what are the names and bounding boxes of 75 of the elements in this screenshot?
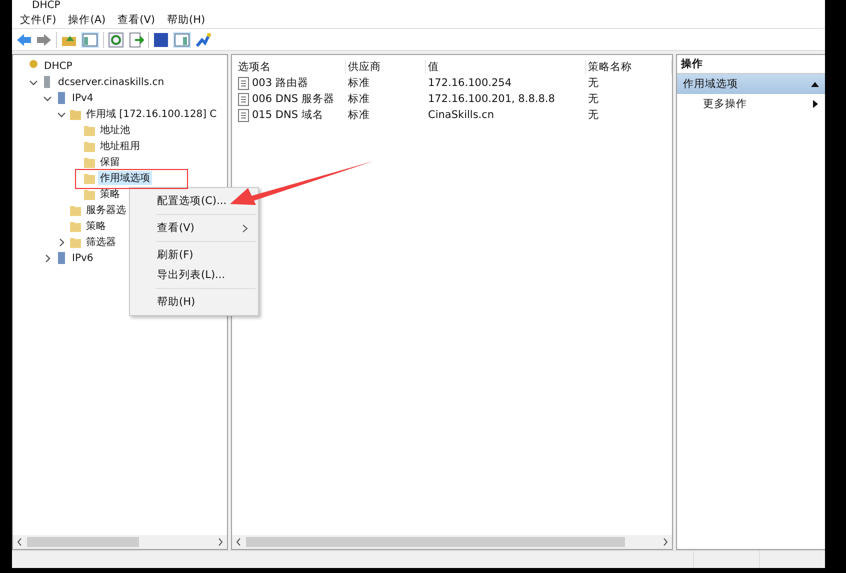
context-menu-item[interactable]: 查看(V)	[130, 218, 258, 238]
document-icon	[238, 108, 249, 122]
folder-icon	[69, 203, 82, 217]
actions-section-header[interactable]: 作用域选项	[677, 74, 825, 94]
document-icon	[238, 92, 249, 106]
menu-item[interactable]: 文件(F)	[20, 13, 56, 27]
collapse-triangle-icon[interactable]	[811, 81, 819, 87]
submenu-arrow-icon	[813, 100, 819, 108]
pane-toggle-icon[interactable]	[81, 32, 99, 48]
window-title: DHCP	[32, 0, 60, 12]
tree-item[interactable]: 保留	[98, 155, 122, 169]
horizontal-scrollbar[interactable]	[13, 535, 227, 549]
context-menu-item[interactable]: 刷新(F)	[130, 245, 258, 265]
menu-item[interactable]: 操作(A)	[68, 13, 106, 27]
table-cell: 172.16.100.201, 8.8.8.8	[428, 93, 555, 105]
table-cell: 无	[588, 76, 599, 90]
table-cell: 标准	[348, 108, 370, 122]
table-cell: 标准	[348, 92, 370, 106]
table-cell: 015 DNS 域名	[252, 108, 324, 122]
collapse-chevron-icon[interactable]	[29, 78, 38, 86]
folder-icon	[83, 187, 96, 201]
scroll-left-icon[interactable]	[236, 538, 241, 546]
folder-icon	[69, 235, 82, 249]
menu-item[interactable]: 查看(V)	[118, 13, 156, 27]
forward-arrow-icon[interactable]	[36, 32, 52, 46]
table-cell: 172.16.100.254	[428, 77, 512, 89]
tree-item[interactable]: IPv6	[70, 252, 96, 264]
column-header[interactable]: 选项名	[236, 60, 346, 74]
pane-toggle-icon[interactable]	[173, 32, 191, 48]
folder-icon	[83, 123, 96, 137]
column-header[interactable]: 供应商	[346, 60, 426, 74]
refresh-icon[interactable]	[108, 32, 124, 48]
folder-icon	[83, 171, 96, 185]
scroll-left-icon[interactable]	[17, 538, 22, 546]
column-header[interactable]: 策略名称	[586, 60, 672, 74]
context-menu-item[interactable]: 配置选项(C)...	[130, 191, 258, 211]
table-cell: 006 DNS 服务器	[252, 92, 334, 106]
expand-chevron-icon[interactable]	[43, 254, 52, 262]
scroll-right-icon[interactable]	[218, 538, 223, 546]
column-header[interactable]: 值	[426, 60, 586, 74]
folder-icon	[83, 155, 96, 169]
document-icon	[238, 76, 249, 90]
back-arrow-icon[interactable]	[16, 32, 32, 46]
menu-item[interactable]: 帮助(H)	[167, 13, 206, 27]
tree-item[interactable]: 策略	[84, 219, 108, 233]
table-cell: 无	[588, 92, 599, 106]
tree-item[interactable]: 筛选器	[84, 235, 118, 249]
table-cell: 无	[588, 108, 599, 122]
collapse-chevron-icon[interactable]	[57, 110, 66, 118]
collapse-chevron-icon[interactable]	[43, 94, 52, 102]
action-item[interactable]: 更多操作	[677, 94, 825, 114]
context-menu-item[interactable]: 帮助(H)	[130, 292, 258, 312]
tree-item[interactable]: dcserver.cinaskills.cn	[56, 76, 166, 88]
tree-item[interactable]: 地址租用	[98, 139, 142, 153]
table-cell: CinaSkills.cn	[428, 109, 494, 121]
tree-item[interactable]: 作用域 [172.16.100.128] C	[84, 107, 219, 121]
tree-item[interactable]: 服务器选	[84, 203, 128, 217]
table-cell: 003 路由器	[252, 76, 308, 90]
node-icon	[55, 251, 68, 265]
folder-icon	[69, 107, 82, 121]
submenu-chevron-icon	[242, 224, 248, 232]
node-icon	[55, 91, 68, 105]
tree-item[interactable]: 作用域选项	[98, 171, 152, 185]
horizontal-scrollbar[interactable]	[232, 535, 672, 549]
tree-item[interactable]: 策略	[98, 187, 122, 201]
folder-icon	[83, 139, 96, 153]
tree-item[interactable]: IPv4	[70, 92, 96, 104]
tree-item[interactable]: 地址池	[98, 123, 132, 137]
folder-icon	[69, 219, 82, 233]
export-icon[interactable]	[128, 32, 144, 48]
expand-chevron-icon[interactable]	[57, 238, 66, 246]
table-cell: 标准	[348, 76, 370, 90]
context-menu-item[interactable]: 导出列表(L)...	[130, 265, 258, 285]
scroll-right-icon[interactable]	[663, 538, 668, 546]
tree-item[interactable]: DHCP	[42, 60, 74, 72]
